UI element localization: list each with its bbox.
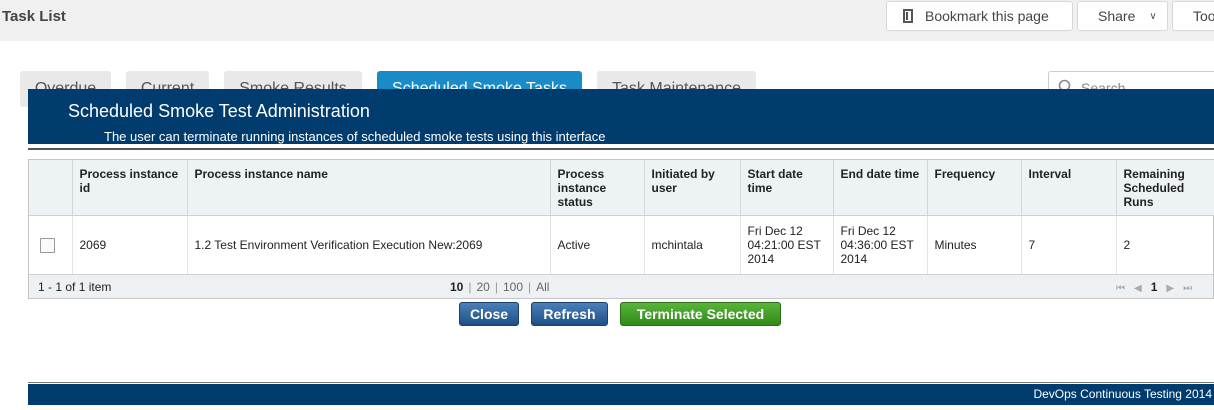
page-size-selector: 10 | 20 | 100 | All — [450, 280, 550, 294]
column-header[interactable]: Process instance status — [550, 160, 645, 216]
footer-divider — [28, 382, 1214, 383]
column-header[interactable]: Remaining Scheduled Runs — [1116, 160, 1214, 216]
tasks-table: Process instance id Process instance nam… — [29, 160, 1214, 275]
page-size-option[interactable]: 10 — [450, 280, 463, 294]
row-checkbox[interactable] — [40, 237, 55, 253]
page-title: Task List — [2, 8, 66, 25]
last-page-icon[interactable]: ⏭ — [1183, 283, 1192, 294]
scheduled-tasks-grid: Process instance id Process instance nam… — [28, 159, 1214, 299]
table-cell: mchintala — [644, 215, 741, 275]
column-header[interactable]: Interval — [1021, 160, 1117, 216]
footer: DevOps Continuous Testing 2014 — [28, 384, 1214, 405]
pager-bar: 1 - 1 of 1 item 10 | 20 | 100 | All ⏮ ◀ 1 ▶ ⏭ — [29, 274, 1213, 298]
bookmark-icon — [903, 9, 913, 23]
table-cell: 1.2 Test Environment Verification Execut… — [187, 215, 551, 275]
column-header[interactable]: Start date time — [740, 160, 834, 216]
bookmark-label: Bookmark this page — [925, 8, 1049, 24]
admin-header: Scheduled Smoke Test Administration The … — [28, 89, 1214, 144]
page-size-option[interactable]: 100 — [503, 280, 523, 294]
column-header[interactable]: End date time — [833, 160, 928, 216]
column-header[interactable]: Process instance name — [187, 160, 551, 216]
column-header[interactable]: Process instance id — [72, 160, 188, 216]
page-size-option[interactable]: All — [536, 280, 549, 294]
table-cell: 2069 — [72, 215, 188, 275]
page-size-option[interactable]: 20 — [476, 280, 489, 294]
table-cell: 2 — [1116, 215, 1214, 275]
prev-page-icon[interactable]: ◀ — [1134, 283, 1142, 294]
table-cell: Fri Dec 12 04:21:00 EST 2014 — [740, 215, 834, 275]
close-button[interactable]: Close — [459, 302, 519, 326]
column-header[interactable]: Frequency — [927, 160, 1022, 216]
panel-title: Scheduled Smoke Test Administration — [68, 101, 370, 121]
tools-label: Tools — [1193, 8, 1214, 24]
refresh-button[interactable]: Refresh — [531, 302, 608, 326]
first-page-icon[interactable]: ⏮ — [1116, 283, 1125, 294]
table-cell: Fri Dec 12 04:36:00 EST 2014 — [833, 215, 928, 275]
tools-button[interactable]: Tools — [1172, 1, 1214, 31]
share-label: Share — [1098, 8, 1136, 24]
table-row[interactable]: 2069 1.2 Test Environment Verification E… — [29, 215, 1214, 275]
share-button[interactable]: Share ∨ — [1077, 1, 1168, 31]
row-checkbox-cell — [29, 215, 73, 275]
page-navigation: ⏮ ◀ 1 ▶ ⏭ — [1116, 280, 1201, 294]
column-header[interactable]: Initiated by user — [644, 160, 741, 216]
terminate-selected-button[interactable]: Terminate Selected — [620, 302, 781, 326]
chevron-down-icon: ∨ — [1149, 10, 1157, 22]
bookmark-button[interactable]: Bookmark this page — [886, 1, 1073, 31]
divider — [28, 148, 1214, 150]
table-cell: 7 — [1021, 215, 1117, 275]
table-header-row: Process instance id Process instance nam… — [29, 160, 1214, 216]
next-page-icon[interactable]: ▶ — [1166, 283, 1174, 294]
table-cell: Active — [550, 215, 645, 275]
current-page[interactable]: 1 — [1151, 280, 1158, 294]
select-column-header — [29, 160, 73, 216]
pager-info: 1 - 1 of 1 item — [38, 280, 112, 294]
top-bar: Task List Bookmark this page Share ∨ Too… — [0, 0, 1214, 41]
panel-subtitle: The user can terminate running instances… — [104, 129, 606, 144]
footer-text: DevOps Continuous Testing 2014 — [1033, 387, 1212, 401]
table-cell: Minutes — [927, 215, 1022, 275]
